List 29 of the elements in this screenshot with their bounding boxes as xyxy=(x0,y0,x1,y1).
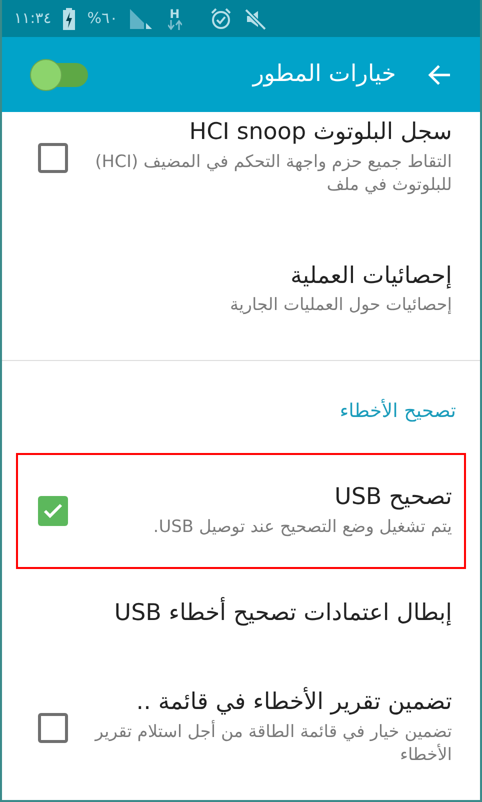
battery-percent-text: %٦٠ xyxy=(87,8,118,30)
toggle-switch[interactable] xyxy=(30,56,88,92)
data-arrows-icon xyxy=(168,20,182,30)
alarm-clock-icon xyxy=(210,8,232,30)
back-arrow-icon[interactable] xyxy=(428,64,452,86)
battery-charging-icon xyxy=(63,8,76,30)
setting-description: تضمين خيار في قائمة الطاقة من أجل استلام تقرير الأخطاء xyxy=(93,720,452,768)
setting-description: إحصائيات حول العمليات الجارية xyxy=(228,294,452,318)
setting-title: تضمين تقرير الأخطاء في قائمة .. xyxy=(135,688,452,717)
setting-title: إبطال اعتمادات تصحيح أخطاء USB xyxy=(30,599,452,628)
setting-row[interactable]: تصحيح USB يتم تشغيل وضع التصحيح عند توصيل USB. xyxy=(16,453,466,570)
setting-row[interactable]: سجل البلوتوث HCI snoop التقاط جميع حزم واجهة التحكم في المضيف (HCI) للبلوتوث في ملف xyxy=(16,112,466,232)
setting-description: يتم تشغيل وضع التصحيح عند توصيل USB. xyxy=(152,516,452,539)
setting-row[interactable]: إحصائيات العملية إحصائيات حول العمليات الجارية xyxy=(16,232,466,348)
checkbox[interactable] xyxy=(38,496,68,526)
section-header: تصحيح الأخطاء xyxy=(340,400,456,422)
clock-text: ١١:٣٤ xyxy=(14,8,52,30)
setting-title: سجل البلوتوث HCI snoop xyxy=(188,118,452,147)
checkbox[interactable] xyxy=(38,142,68,173)
setting-description: التقاط جميع حزم واجهة التحكم في المضيف (HCI) للبلوتوث في ملف xyxy=(94,150,452,198)
network-type-text: H xyxy=(170,8,180,20)
setting-title: تصحيح USB xyxy=(333,483,452,512)
mute-icon xyxy=(244,8,266,30)
setting-row[interactable]: إبطال اعتمادات تصحيح أخطاء USB xyxy=(16,569,466,658)
checkbox[interactable] xyxy=(38,712,68,743)
page-title: خيارات المطور xyxy=(252,60,396,90)
setting-title: إحصائيات العملية xyxy=(289,262,452,290)
setting-row[interactable]: تضمين تقرير الأخطاء في قائمة .. تضمين خيار في قائمة الطاقة من أجل استلام تقرير الأخطاء xyxy=(16,658,466,798)
checkmark-icon xyxy=(43,503,63,520)
